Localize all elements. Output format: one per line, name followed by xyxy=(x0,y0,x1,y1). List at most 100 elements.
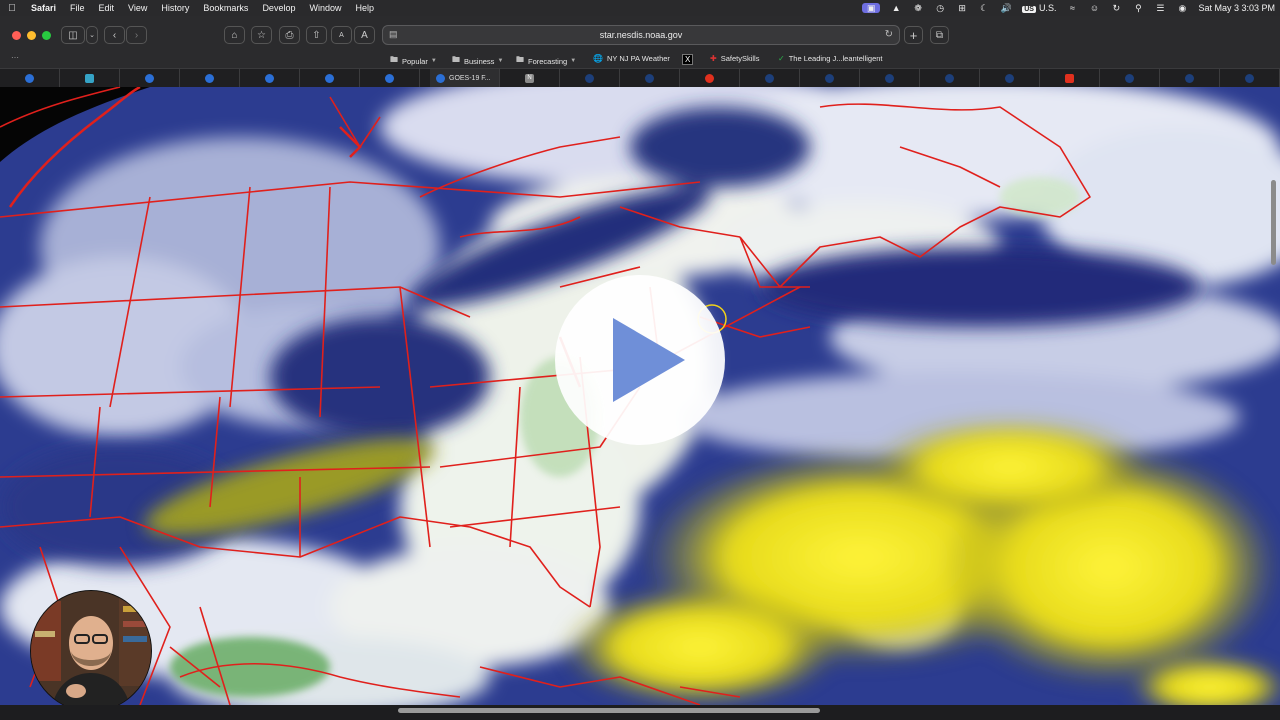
autofill-icon[interactable]: ▲ xyxy=(890,3,902,13)
globe-icon xyxy=(585,74,594,83)
globe-icon xyxy=(825,74,834,83)
menu-develop[interactable]: Develop xyxy=(255,0,302,16)
chevron-down-icon: ▼ xyxy=(570,58,577,64)
control-center-icon[interactable]: ☰ xyxy=(1154,3,1166,13)
tab[interactable] xyxy=(240,69,300,88)
search-icon[interactable]: ⚲ xyxy=(1132,3,1144,13)
fav-forecasting[interactable]: 🖿 Forecasting ▼ xyxy=(516,54,576,68)
tab[interactable] xyxy=(920,69,980,88)
toolbar: ◫ ⌄ ‹ › ⌂ ☆ ⎙ ⇧ A A ▤ star.nesdis.noaa.g… xyxy=(0,16,1280,52)
noaa-icon xyxy=(265,74,274,83)
page-menu-icon[interactable]: ▤ xyxy=(389,29,398,40)
fav-label: Business xyxy=(464,56,495,66)
menu-view[interactable]: View xyxy=(121,0,154,16)
tab[interactable] xyxy=(680,69,740,88)
tab[interactable] xyxy=(1100,69,1160,88)
text-larger-button[interactable]: A xyxy=(354,26,375,44)
menu-bookmarks[interactable]: Bookmarks xyxy=(196,0,255,16)
grid-icon[interactable]: ⊞ xyxy=(956,3,968,13)
fav-x[interactable]: X xyxy=(682,54,697,65)
tab-active[interactable]: GOES-19 F... xyxy=(430,69,500,88)
menu-window[interactable]: Window xyxy=(302,0,348,16)
wifi-icon[interactable]: ≈ xyxy=(1066,3,1078,13)
tab[interactable] xyxy=(620,69,680,88)
siri-icon[interactable]: ◉ xyxy=(1176,3,1188,13)
moon-icon[interactable]: ☾ xyxy=(978,3,990,13)
tab[interactable] xyxy=(980,69,1040,88)
menu-edit[interactable]: Edit xyxy=(92,0,122,16)
tab[interactable] xyxy=(860,69,920,88)
tab[interactable] xyxy=(1160,69,1220,88)
fav-business[interactable]: 🖿 Business ▼ xyxy=(452,54,503,68)
tab[interactable] xyxy=(60,69,120,88)
globe-icon xyxy=(1185,74,1194,83)
chevron-down-icon: ▼ xyxy=(497,58,504,64)
sidebar-menu-chevron-icon[interactable]: ⌄ xyxy=(86,26,98,44)
tab[interactable]: N xyxy=(500,69,560,88)
close-window-button[interactable] xyxy=(12,31,21,40)
fav-label: NY NJ PA Weather xyxy=(606,54,670,63)
tab[interactable] xyxy=(360,69,420,88)
input-source-badge: US xyxy=(1022,6,1036,13)
sidebar-toggle-icon[interactable]: ◫ xyxy=(61,26,85,44)
menu-app-name[interactable]: Safari xyxy=(24,0,63,16)
tab[interactable] xyxy=(1040,69,1100,88)
spiral-icon[interactable]: ◷ xyxy=(934,3,946,13)
input-source[interactable]: US U.S. xyxy=(1017,3,1061,13)
tab[interactable] xyxy=(180,69,240,88)
browser-chrome: ◫ ⌄ ‹ › ⌂ ☆ ⎙ ⇧ A A ▤ star.nesdis.noaa.g… xyxy=(0,16,1280,88)
fav-label: Forecasting xyxy=(528,56,568,66)
reload-icon[interactable]: ↻ xyxy=(885,29,893,40)
menu-clock[interactable]: Sat May 3 3:03 PM xyxy=(1193,3,1280,13)
menu-help[interactable]: Help xyxy=(348,0,381,16)
address-bar[interactable]: ▤ star.nesdis.noaa.gov ↻ xyxy=(382,25,900,45)
fav-label: The Leading J...leantelligent xyxy=(788,54,883,63)
site-icon xyxy=(85,74,94,83)
tab[interactable] xyxy=(800,69,860,88)
bookmark-star-icon[interactable]: ☆ xyxy=(251,26,272,44)
tab[interactable] xyxy=(0,69,60,88)
extension-icon[interactable]: ❁ xyxy=(912,3,924,13)
fav-leading-j[interactable]: ✓ The Leading J...leantelligent xyxy=(778,54,883,63)
menu-bar:  Safari File Edit View History Bookmark… xyxy=(0,0,1280,16)
folder-icon: 🖿 xyxy=(390,55,398,64)
minimize-window-button[interactable] xyxy=(27,31,36,40)
text-smaller-button[interactable]: A xyxy=(331,26,352,44)
home-icon[interactable]: ⌂ xyxy=(224,26,245,44)
vertical-scrollbar[interactable] xyxy=(1271,180,1276,265)
tab-overview-icon[interactable]: ⧉ xyxy=(930,26,949,44)
volume-icon[interactable]: 🔊 xyxy=(1000,3,1012,13)
globe-icon xyxy=(945,74,954,83)
menu-file[interactable]: File xyxy=(63,0,92,16)
forward-button[interactable]: › xyxy=(126,26,147,44)
favorites-bar: ⋯ 🖿 Popular ▼ 🖿 Business ▼ 🖿 Forecasting… xyxy=(0,52,1280,68)
tab[interactable] xyxy=(120,69,180,88)
fav-ny-nj-pa-weather[interactable]: 🌐 NY NJ PA Weather xyxy=(593,54,670,63)
user-icon[interactable]: ☺ xyxy=(1088,3,1100,13)
back-button[interactable]: ‹ xyxy=(104,26,125,44)
tab[interactable] xyxy=(740,69,800,88)
site-icon xyxy=(705,74,714,83)
globe-icon xyxy=(1125,74,1134,83)
menu-history[interactable]: History xyxy=(154,0,196,16)
fav-safetyskills[interactable]: ✚ SafetySkills xyxy=(710,54,759,63)
noaa-icon xyxy=(205,74,214,83)
horizontal-scrollbar[interactable] xyxy=(398,708,820,713)
favorites-grid-icon[interactable]: ⋯ xyxy=(11,53,19,62)
fav-popular[interactable]: 🖿 Popular ▼ xyxy=(390,54,437,68)
print-icon[interactable]: ⎙ xyxy=(279,26,300,44)
share-icon[interactable]: ⇧ xyxy=(306,26,327,44)
tab[interactable] xyxy=(1220,69,1280,88)
tab[interactable] xyxy=(300,69,360,88)
screen-record-icon[interactable]: ▣ xyxy=(862,3,881,13)
folder-icon: 🖿 xyxy=(516,55,524,64)
globe-icon xyxy=(1245,74,1254,83)
zoom-window-button[interactable] xyxy=(42,31,51,40)
timemachine-icon[interactable]: ↻ xyxy=(1110,3,1122,13)
apple-menu-icon[interactable]:  xyxy=(0,3,24,14)
globe-icon xyxy=(765,74,774,83)
tab[interactable] xyxy=(560,69,620,88)
video-play-button[interactable] xyxy=(555,275,725,445)
x-icon: X xyxy=(682,54,694,65)
new-tab-button[interactable]: + xyxy=(904,26,923,44)
